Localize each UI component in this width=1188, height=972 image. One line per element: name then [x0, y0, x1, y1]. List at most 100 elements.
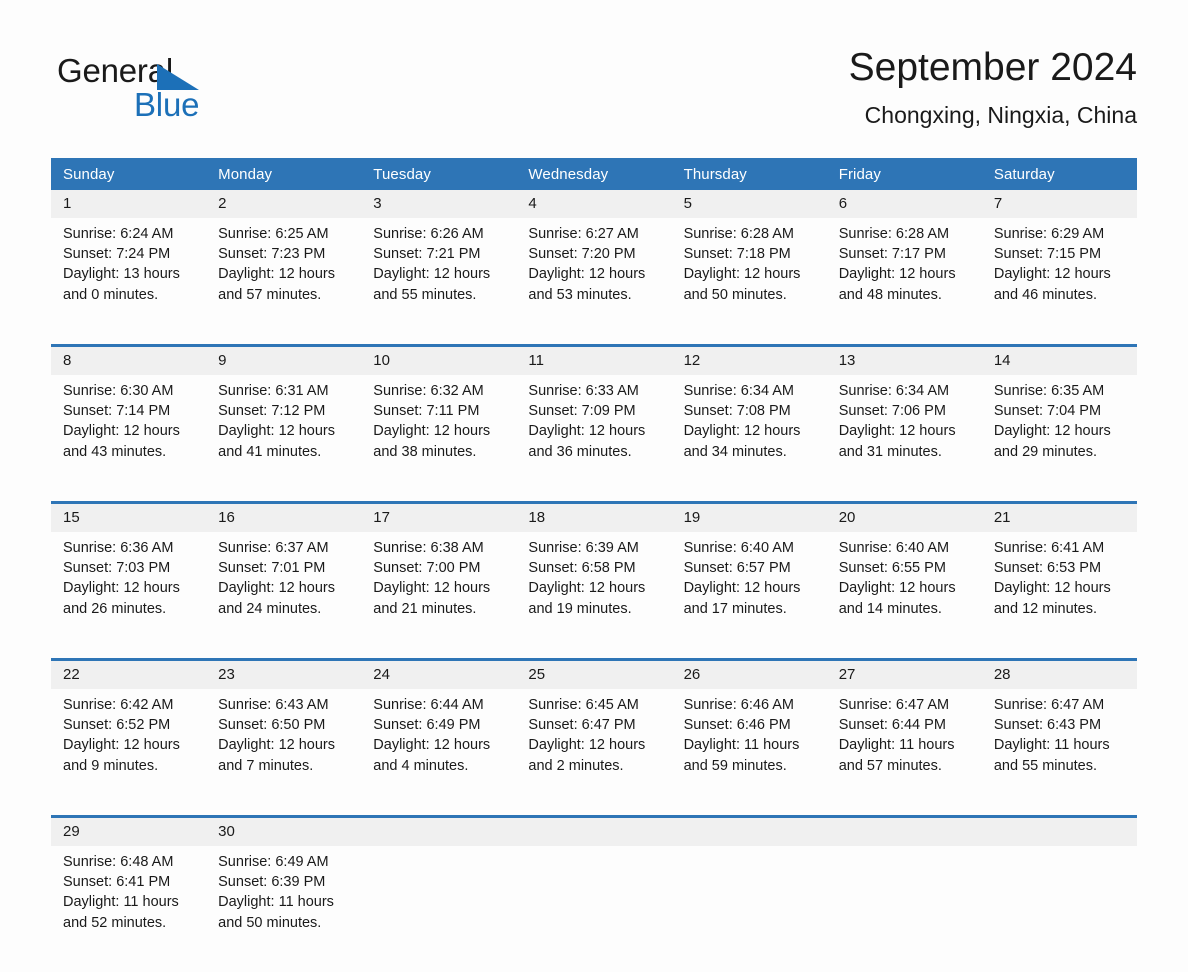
sunset-text: Sunset: 6:43 PM — [993, 717, 1102, 734]
day-cell[interactable]: Sunrise: 6:26 AM Sunset: 7:21 PM Dayligh… — [361, 218, 517, 346]
daylight-text-2: and 9 minutes. — [63, 757, 159, 774]
location-subtitle: Chongxing, Ningxia, China — [864, 102, 1137, 128]
sunset-text: Sunset: 7:06 PM — [838, 403, 946, 420]
day-cell[interactable]: Sunrise: 6:42 AM Sunset: 6:52 PM Dayligh… — [51, 689, 207, 817]
day-cell[interactable]: Sunrise: 6:36 AM Sunset: 7:03 PM Dayligh… — [51, 532, 207, 660]
sunset-text: Sunset: 6:47 PM — [528, 717, 636, 734]
weekday-header-sunday: Sunday — [51, 158, 207, 190]
week-number-row: 8 9 10 11 12 13 14 — [51, 344, 1137, 375]
sunrise-text: Sunrise: 6:36 AM — [63, 540, 174, 556]
sunset-text: Sunset: 6:46 PM — [683, 717, 791, 734]
day-number[interactable]: 14 — [981, 344, 1137, 375]
day-cell[interactable]: Sunrise: 6:32 AM Sunset: 7:11 PM Dayligh… — [361, 375, 517, 503]
day-number[interactable]: 27 — [826, 658, 982, 689]
day-number[interactable]: 15 — [51, 501, 207, 532]
week-info-row: Sunrise: 6:30 AM Sunset: 7:14 PM Dayligh… — [51, 375, 1137, 503]
week-info-row: Sunrise: 6:48 AM Sunset: 6:41 PM Dayligh… — [51, 846, 1137, 972]
sunset-text: Sunset: 6:53 PM — [993, 560, 1102, 577]
day-number[interactable]: 24 — [361, 658, 517, 689]
daylight-text-1: Daylight: 12 hours — [683, 266, 801, 283]
sunset-text: Sunset: 7:14 PM — [63, 403, 171, 420]
day-cell[interactable]: Sunrise: 6:46 AM Sunset: 6:46 PM Dayligh… — [671, 689, 827, 817]
day-number[interactable]: 4 — [516, 190, 672, 218]
day-cell-empty — [981, 846, 1137, 972]
day-number[interactable]: 21 — [981, 501, 1137, 532]
day-number[interactable]: 6 — [826, 190, 982, 218]
daylight-text-2: and 55 minutes. — [993, 757, 1098, 774]
week-info-row: Sunrise: 6:36 AM Sunset: 7:03 PM Dayligh… — [51, 532, 1137, 660]
day-number-empty — [361, 815, 517, 846]
day-cell[interactable]: Sunrise: 6:45 AM Sunset: 6:47 PM Dayligh… — [516, 689, 672, 817]
day-number[interactable]: 8 — [51, 344, 207, 375]
day-cell[interactable]: Sunrise: 6:25 AM Sunset: 7:23 PM Dayligh… — [206, 218, 362, 346]
day-number[interactable]: 7 — [981, 190, 1137, 218]
day-cell[interactable]: Sunrise: 6:28 AM Sunset: 7:17 PM Dayligh… — [826, 218, 982, 346]
sunrise-text: Sunrise: 6:45 AM — [528, 697, 639, 713]
day-cell[interactable]: Sunrise: 6:29 AM Sunset: 7:15 PM Dayligh… — [981, 218, 1137, 346]
sunrise-text: Sunrise: 6:31 AM — [218, 383, 329, 399]
daylight-text-2: and 7 minutes. — [218, 757, 314, 774]
day-number[interactable]: 17 — [361, 501, 517, 532]
day-cell[interactable]: Sunrise: 6:34 AM Sunset: 7:08 PM Dayligh… — [671, 375, 827, 503]
logo-text-blue: Blue — [134, 86, 200, 123]
daylight-text-2: and 21 minutes. — [373, 600, 477, 617]
day-number[interactable]: 11 — [516, 344, 672, 375]
day-cell[interactable]: Sunrise: 6:28 AM Sunset: 7:18 PM Dayligh… — [671, 218, 827, 346]
day-number[interactable]: 26 — [671, 658, 827, 689]
sunset-text: Sunset: 7:00 PM — [373, 560, 481, 577]
day-cell[interactable]: Sunrise: 6:44 AM Sunset: 6:49 PM Dayligh… — [361, 689, 517, 817]
day-cell[interactable]: Sunrise: 6:48 AM Sunset: 6:41 PM Dayligh… — [51, 846, 207, 972]
day-cell[interactable]: Sunrise: 6:24 AM Sunset: 7:24 PM Dayligh… — [51, 218, 207, 346]
day-cell[interactable]: Sunrise: 6:38 AM Sunset: 7:00 PM Dayligh… — [361, 532, 517, 660]
day-number[interactable]: 9 — [206, 344, 362, 375]
weekday-header-monday: Monday — [206, 158, 362, 190]
calendar-grid: Sunday Monday Tuesday Wednesday Thursday… — [51, 158, 1137, 972]
day-number[interactable]: 10 — [361, 344, 517, 375]
day-cell[interactable]: Sunrise: 6:33 AM Sunset: 7:09 PM Dayligh… — [516, 375, 672, 503]
day-number[interactable]: 20 — [826, 501, 982, 532]
week-number-row: 15 16 17 18 19 20 21 — [51, 501, 1137, 532]
day-cell[interactable]: Sunrise: 6:40 AM Sunset: 6:55 PM Dayligh… — [826, 532, 982, 660]
week-number-row: 22 23 24 25 26 27 28 — [51, 658, 1137, 689]
day-cell[interactable]: Sunrise: 6:47 AM Sunset: 6:43 PM Dayligh… — [981, 689, 1137, 817]
day-number[interactable]: 1 — [51, 190, 207, 218]
daylight-text-1: Daylight: 12 hours — [993, 580, 1111, 597]
daylight-text-1: Daylight: 12 hours — [993, 266, 1111, 283]
day-number[interactable]: 3 — [361, 190, 517, 218]
day-cell[interactable]: Sunrise: 6:37 AM Sunset: 7:01 PM Dayligh… — [206, 532, 362, 660]
day-cell[interactable]: Sunrise: 6:40 AM Sunset: 6:57 PM Dayligh… — [671, 532, 827, 660]
day-number[interactable]: 19 — [671, 501, 827, 532]
sunset-text: Sunset: 7:21 PM — [373, 246, 481, 263]
sunset-text: Sunset: 6:44 PM — [838, 717, 946, 734]
day-number[interactable]: 18 — [516, 501, 672, 532]
day-number[interactable]: 23 — [206, 658, 362, 689]
day-number[interactable]: 29 — [51, 815, 207, 846]
sunset-text: Sunset: 6:57 PM — [683, 560, 791, 577]
day-cell[interactable]: Sunrise: 6:41 AM Sunset: 6:53 PM Dayligh… — [981, 532, 1137, 660]
day-cell[interactable]: Sunrise: 6:47 AM Sunset: 6:44 PM Dayligh… — [826, 689, 982, 817]
daylight-text-1: Daylight: 12 hours — [373, 423, 491, 440]
sunset-text: Sunset: 7:18 PM — [683, 246, 791, 263]
day-number[interactable]: 2 — [206, 190, 362, 218]
day-cell[interactable]: Sunrise: 6:39 AM Sunset: 6:58 PM Dayligh… — [516, 532, 672, 660]
day-number[interactable]: 22 — [51, 658, 207, 689]
sunset-text: Sunset: 7:20 PM — [528, 246, 636, 263]
day-cell[interactable]: Sunrise: 6:27 AM Sunset: 7:20 PM Dayligh… — [516, 218, 672, 346]
day-cell[interactable]: Sunrise: 6:30 AM Sunset: 7:14 PM Dayligh… — [51, 375, 207, 503]
day-number[interactable]: 16 — [206, 501, 362, 532]
day-cell[interactable]: Sunrise: 6:49 AM Sunset: 6:39 PM Dayligh… — [206, 846, 362, 972]
day-cell[interactable]: Sunrise: 6:34 AM Sunset: 7:06 PM Dayligh… — [826, 375, 982, 503]
sunrise-text: Sunrise: 6:41 AM — [993, 540, 1105, 556]
day-cell[interactable]: Sunrise: 6:31 AM Sunset: 7:12 PM Dayligh… — [206, 375, 362, 503]
day-number[interactable]: 28 — [981, 658, 1137, 689]
day-cell[interactable]: Sunrise: 6:35 AM Sunset: 7:04 PM Dayligh… — [981, 375, 1137, 503]
day-number[interactable]: 25 — [516, 658, 672, 689]
day-number[interactable]: 12 — [671, 344, 827, 375]
sunrise-text: Sunrise: 6:26 AM — [373, 226, 484, 242]
logo-text-general: General — [57, 52, 174, 89]
day-number[interactable]: 13 — [826, 344, 982, 375]
day-number[interactable]: 5 — [671, 190, 827, 218]
daylight-text-1: Daylight: 12 hours — [373, 266, 491, 283]
day-cell[interactable]: Sunrise: 6:43 AM Sunset: 6:50 PM Dayligh… — [206, 689, 362, 817]
day-number[interactable]: 30 — [206, 815, 362, 846]
